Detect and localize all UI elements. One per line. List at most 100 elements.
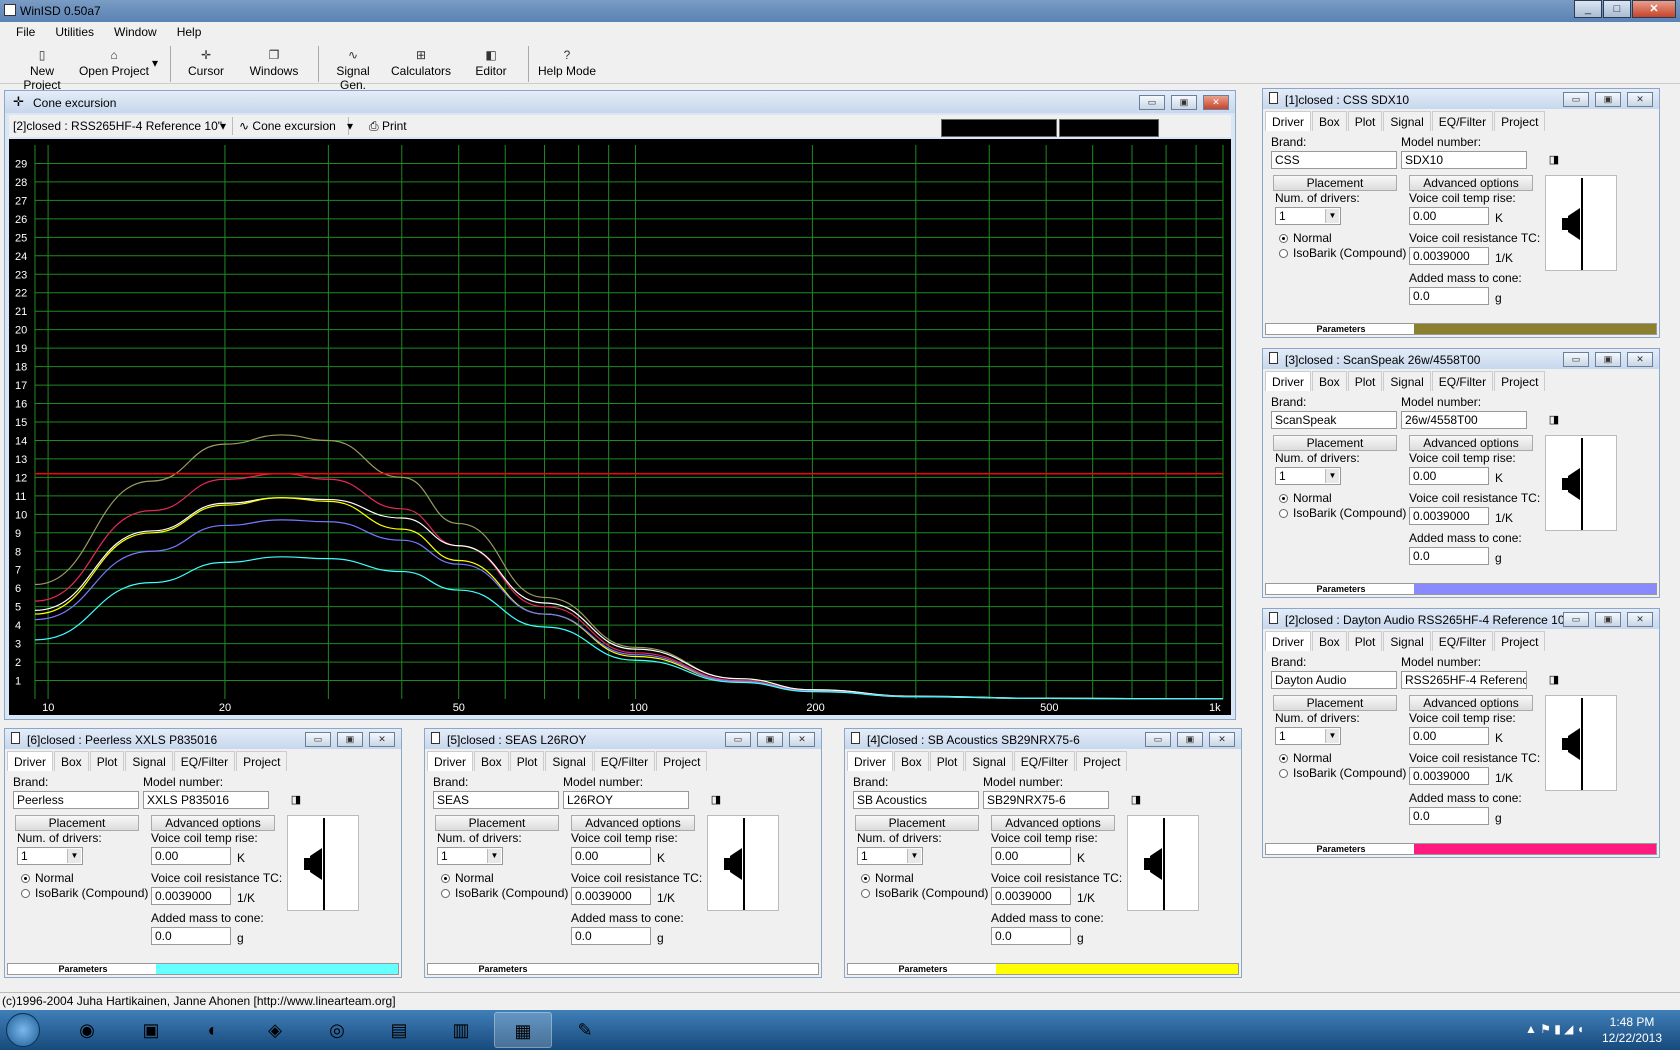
isobarik-radio[interactable]: [1279, 249, 1288, 258]
vc-res-input[interactable]: 0.0039000: [1409, 247, 1489, 265]
new-project-button[interactable]: ▯ New Project: [14, 46, 70, 92]
panel-minimize-button[interactable]: ▭: [1145, 732, 1171, 747]
windows-button[interactable]: ❐ Windows: [246, 46, 302, 82]
open-project-dropdown[interactable]: ▾: [150, 56, 160, 92]
added-mass-input[interactable]: 0.0: [1409, 807, 1489, 825]
tab-plot[interactable]: Plot: [929, 751, 965, 771]
placement-button[interactable]: Placement: [1273, 175, 1397, 191]
panel-minimize-button[interactable]: ▭: [725, 732, 751, 747]
plot-close-button[interactable]: ✕: [1203, 95, 1229, 110]
parameters-bar[interactable]: Parameters: [847, 963, 1239, 975]
tab-signal[interactable]: Signal: [1383, 631, 1431, 651]
vc-res-input[interactable]: 0.0039000: [151, 887, 231, 905]
normal-radio[interactable]: [1279, 754, 1288, 763]
editor-button[interactable]: ◧ Editor: [468, 46, 514, 82]
tab-box[interactable]: Box: [1312, 371, 1347, 391]
model-input[interactable]: SDX10: [1401, 151, 1527, 169]
tab-eqfilter[interactable]: EQ/Filter: [173, 751, 236, 771]
tab-box[interactable]: Box: [894, 751, 929, 771]
placement-button[interactable]: Placement: [435, 815, 559, 831]
driver-db-button[interactable]: ◨: [1127, 791, 1145, 809]
panel-maximize-button[interactable]: ▣: [1595, 352, 1621, 367]
brand-input[interactable]: SB Acoustics: [853, 791, 979, 809]
taskbar-paint[interactable]: ✎: [556, 1012, 614, 1048]
tab-driver[interactable]: Driver: [427, 751, 473, 771]
isobarik-radio[interactable]: [1279, 509, 1288, 518]
added-mass-input[interactable]: 0.0: [151, 927, 231, 945]
tab-project[interactable]: Project: [1494, 371, 1546, 391]
tab-eqfilter[interactable]: EQ/Filter: [1431, 371, 1494, 391]
calculators-button[interactable]: ⊞ Calculators: [390, 46, 452, 82]
placement-button[interactable]: Placement: [15, 815, 139, 831]
tab-plot[interactable]: Plot: [1347, 371, 1383, 391]
panel-close-button[interactable]: ✕: [369, 732, 395, 747]
taskbar-app-4[interactable]: ◈: [246, 1012, 304, 1048]
normal-radio[interactable]: [1279, 494, 1288, 503]
tab-box[interactable]: Box: [1312, 631, 1347, 651]
panel-close-button[interactable]: ✕: [1627, 352, 1653, 367]
placement-button[interactable]: Placement: [855, 815, 979, 831]
brand-input[interactable]: ScanSpeak: [1271, 411, 1397, 429]
panel-minimize-button[interactable]: ▭: [305, 732, 331, 747]
tab-project[interactable]: Project: [1494, 631, 1546, 651]
tab-signal[interactable]: Signal: [1383, 371, 1431, 391]
tab-signal[interactable]: Signal: [125, 751, 173, 771]
panel-maximize-button[interactable]: ▣: [1595, 92, 1621, 107]
vc-res-input[interactable]: 0.0039000: [1409, 767, 1489, 785]
plot-area[interactable]: 1 2 3 4 5 6 7 8 9 10 11 12 13 14 15 16 17 18 19 20 21 22 23 24 2…: [9, 139, 1231, 715]
added-mass-input[interactable]: 0.0: [1409, 287, 1489, 305]
tab-signal[interactable]: Signal: [965, 751, 1013, 771]
tab-driver[interactable]: Driver: [7, 751, 53, 771]
parameters-bar[interactable]: Parameters: [1265, 323, 1657, 335]
added-mass-input[interactable]: 0.0: [991, 927, 1071, 945]
panel-close-button[interactable]: ✕: [1627, 612, 1653, 627]
tab-box[interactable]: Box: [1312, 111, 1347, 131]
placement-button[interactable]: Placement: [1273, 435, 1397, 451]
tab-box[interactable]: Box: [474, 751, 509, 771]
taskbar-app-7[interactable]: ▥: [432, 1012, 490, 1048]
tab-project[interactable]: Project: [1494, 111, 1546, 131]
model-input[interactable]: L26ROY: [563, 791, 689, 809]
menu-utilities[interactable]: Utilities: [39, 22, 98, 39]
model-input[interactable]: 26w/4558T00: [1401, 411, 1527, 429]
tab-project[interactable]: Project: [236, 751, 288, 771]
tab-driver[interactable]: Driver: [1265, 371, 1311, 391]
plot-type-dropdown[interactable]: ▾: [347, 117, 361, 135]
taskbar-winisd[interactable]: ▦: [494, 1012, 552, 1048]
panel-minimize-button[interactable]: ▭: [1563, 352, 1589, 367]
num-drivers-select[interactable]: 1 ▼: [437, 847, 503, 865]
tab-signal[interactable]: Signal: [1383, 111, 1431, 131]
driver-db-button[interactable]: ◨: [287, 791, 305, 809]
tab-eqfilter[interactable]: EQ/Filter: [1431, 111, 1494, 131]
panel-maximize-button[interactable]: ▣: [757, 732, 783, 747]
menu-help[interactable]: Help: [161, 22, 206, 39]
tab-plot[interactable]: Plot: [1347, 111, 1383, 131]
vc-temp-input[interactable]: 0.00: [991, 847, 1071, 865]
normal-radio[interactable]: [861, 874, 870, 883]
tab-plot[interactable]: Plot: [1347, 631, 1383, 651]
help-mode-button[interactable]: ? Help Mode: [536, 46, 598, 82]
advanced-options-button[interactable]: Advanced options: [571, 815, 695, 831]
parameters-bar[interactable]: Parameters: [1265, 583, 1657, 595]
isobarik-radio[interactable]: [1279, 769, 1288, 778]
plot-maximize-button[interactable]: ▣: [1171, 95, 1197, 110]
added-mass-input[interactable]: 0.0: [571, 927, 651, 945]
brand-input[interactable]: Dayton Audio: [1271, 671, 1397, 689]
advanced-options-button[interactable]: Advanced options: [1409, 695, 1533, 711]
print-button[interactable]: ⎙ Print: [369, 117, 419, 135]
tray-icons[interactable]: ▲ ⚑ ▮ ◢ ◖: [1525, 1022, 1584, 1036]
model-input[interactable]: SB29NRX75-6: [983, 791, 1109, 809]
num-drivers-select[interactable]: 1 ▼: [857, 847, 923, 865]
tab-driver[interactable]: Driver: [847, 751, 893, 771]
parameters-bar[interactable]: Parameters: [7, 963, 399, 975]
tab-project[interactable]: Project: [656, 751, 708, 771]
start-button[interactable]: [6, 1013, 40, 1047]
tab-eqfilter[interactable]: EQ/Filter: [593, 751, 656, 771]
model-input[interactable]: XXLS P835016: [143, 791, 269, 809]
tab-plot[interactable]: Plot: [89, 751, 125, 771]
taskbar-chrome[interactable]: ◎: [308, 1012, 366, 1048]
normal-radio[interactable]: [441, 874, 450, 883]
panel-maximize-button[interactable]: ▣: [337, 732, 363, 747]
vc-temp-input[interactable]: 0.00: [151, 847, 231, 865]
advanced-options-button[interactable]: Advanced options: [1409, 435, 1533, 451]
